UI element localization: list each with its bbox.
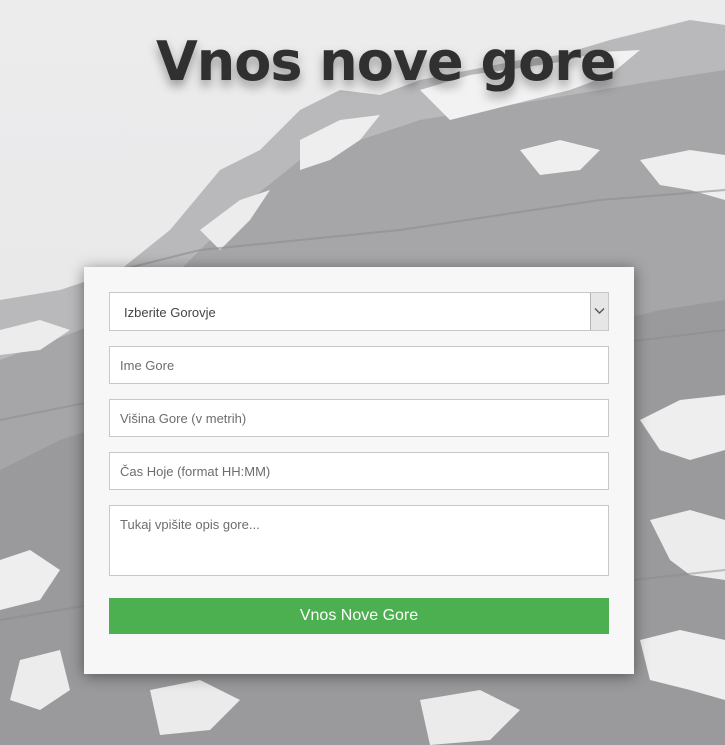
- mountain-range-select-value: Izberite Gorovje: [124, 305, 216, 320]
- hiking-time-input[interactable]: [109, 452, 609, 490]
- mountain-height-input[interactable]: [109, 399, 609, 437]
- page-title: Vnos nove gore: [156, 30, 616, 93]
- mountain-name-input[interactable]: [109, 346, 609, 384]
- new-mountain-form: Izberite Gorovje Vnos Nove Gore: [84, 267, 634, 674]
- mountain-range-select[interactable]: Izberite Gorovje: [109, 292, 609, 331]
- mountain-description-textarea[interactable]: [109, 505, 609, 576]
- select-dropdown-button[interactable]: [590, 293, 608, 330]
- submit-new-mountain-button[interactable]: Vnos Nove Gore: [109, 598, 609, 634]
- chevron-down-icon: [594, 308, 605, 314]
